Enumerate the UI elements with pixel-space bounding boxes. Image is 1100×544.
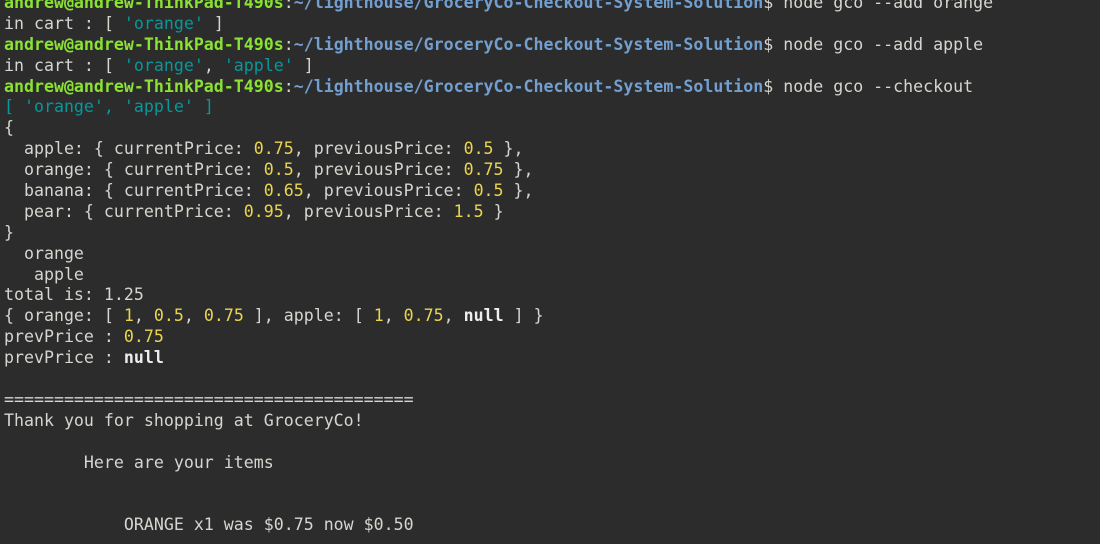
prompt-user-host: andrew@andrew-ThinkPad-T490s (4, 34, 284, 54)
receipt-line: ORANGE x1 was $0.75 now $0.50 (4, 515, 414, 535)
prompt-line: andrew@andrew-ThinkPad-T490s:~/lighthous… (4, 35, 1100, 56)
number-value: 0.5 (473, 181, 504, 201)
string-value: 'orange' (123, 13, 204, 33)
null-value: null (123, 348, 164, 368)
items-header: Here are your items (4, 452, 274, 472)
output-text: [ (4, 97, 24, 117)
number-value: 0.65 (263, 181, 304, 201)
number-value: 0.75 (463, 160, 504, 180)
prompt-line: andrew@andrew-ThinkPad-T490s:~/lighthous… (4, 77, 1100, 98)
number-value: 0.95 (243, 201, 284, 221)
command-text: node gco --add apple (783, 34, 984, 54)
number-value: 0.75 (253, 139, 294, 159)
output-text: , (183, 306, 204, 326)
output-line: { (4, 118, 14, 138)
string-value: 'apple' (123, 97, 194, 117)
output-text: ], apple: [ (243, 306, 374, 326)
number-value: 0.5 (263, 160, 294, 180)
price-row: pear: { currentPrice: 0.95, previousPric… (4, 202, 1100, 223)
prompt-user-host: andrew@andrew-ThinkPad-T490s (4, 0, 284, 12)
output-text: in cart : [ (4, 55, 124, 75)
string-value: 'apple' (223, 55, 294, 75)
prompt-separator: : (283, 0, 294, 12)
prompt-path: ~/lighthouse/GroceryCo-Checkout-System-S… (293, 0, 764, 12)
output-line: [ 'orange', 'apple' ] (4, 97, 1100, 118)
prompt-line: andrew@andrew-ThinkPad-T490s:~/lighthous… (4, 0, 1100, 14)
prompt-dollar: $ (763, 76, 784, 96)
output-text: , (133, 306, 154, 326)
output-text: , (443, 306, 464, 326)
number-value: 1 (373, 306, 384, 326)
output-text: banana: { currentPrice: (4, 181, 264, 201)
prompt-separator: : (283, 76, 294, 96)
output-line: in cart : [ 'orange', 'apple' ] (4, 56, 1100, 77)
prompt-dollar: $ (763, 0, 784, 12)
thanks-line: Thank you for shopping at GroceryCo! (4, 410, 364, 430)
output-text: pear: { currentPrice: (4, 201, 244, 221)
output-line: { orange: [ 1, 0.5, 0.75 ], apple: [ 1, … (4, 306, 1100, 327)
number-value: 1.5 (453, 201, 484, 221)
output-line: prevPrice : 0.75 (4, 327, 1100, 348)
prompt-separator: : (283, 34, 294, 54)
output-text: , previousPrice: (293, 160, 464, 180)
output-line: prevPrice : null (4, 348, 1100, 369)
output-text: }, (493, 139, 524, 159)
output-text: , (103, 97, 124, 117)
output-text: , (383, 306, 404, 326)
null-value: null (463, 306, 504, 326)
output-line: in cart : [ 'orange' ] (4, 14, 1100, 35)
output-text: } (483, 201, 504, 221)
separator-line: ========================================… (4, 389, 414, 409)
output-text: , (203, 55, 224, 75)
number-value: 0.5 (463, 139, 494, 159)
command-text: node gco --checkout (783, 76, 974, 96)
output-line: apple (4, 264, 84, 284)
output-line: orange (4, 243, 84, 263)
number-value: 1 (123, 306, 134, 326)
number-value: 0.75 (123, 327, 164, 347)
output-text: }, (503, 160, 534, 180)
prompt-dollar: $ (763, 34, 784, 54)
command-text: node gco --add orange (783, 0, 994, 12)
number-value: 0.5 (153, 306, 184, 326)
prompt-user-host: andrew@andrew-ThinkPad-T490s (4, 76, 284, 96)
output-text: prevPrice : (4, 327, 124, 347)
output-text: ] } (503, 306, 544, 326)
output-text: , previousPrice: (303, 181, 474, 201)
output-text: orange: { currentPrice: (4, 160, 264, 180)
output-text: { orange: [ (4, 306, 124, 326)
price-row: orange: { currentPrice: 0.5, previousPri… (4, 160, 1100, 181)
output-text: , previousPrice: (293, 139, 464, 159)
output-text: prevPrice : (4, 348, 124, 368)
output-text: ] (293, 55, 314, 75)
string-value: 'orange' (123, 55, 204, 75)
output-text: }, (503, 181, 534, 201)
output-text: in cart : [ (4, 13, 124, 33)
output-text: ] (193, 97, 214, 117)
output-text: apple: { currentPrice: (4, 139, 254, 159)
string-value: 'orange' (23, 97, 104, 117)
output-line: } (4, 222, 14, 242)
output-line: total is: 1.25 (4, 285, 144, 305)
prompt-path: ~/lighthouse/GroceryCo-Checkout-System-S… (293, 76, 764, 96)
price-row: banana: { currentPrice: 0.65, previousPr… (4, 181, 1100, 202)
number-value: 0.75 (203, 306, 244, 326)
prompt-path: ~/lighthouse/GroceryCo-Checkout-System-S… (293, 34, 764, 54)
price-row: apple: { currentPrice: 0.75, previousPri… (4, 139, 1100, 160)
output-text: ] (203, 13, 224, 33)
output-text: , previousPrice: (283, 201, 454, 221)
number-value: 0.75 (403, 306, 444, 326)
terminal-window[interactable]: andrew@andrew-ThinkPad-T490s:~/lighthous… (0, 0, 1100, 544)
